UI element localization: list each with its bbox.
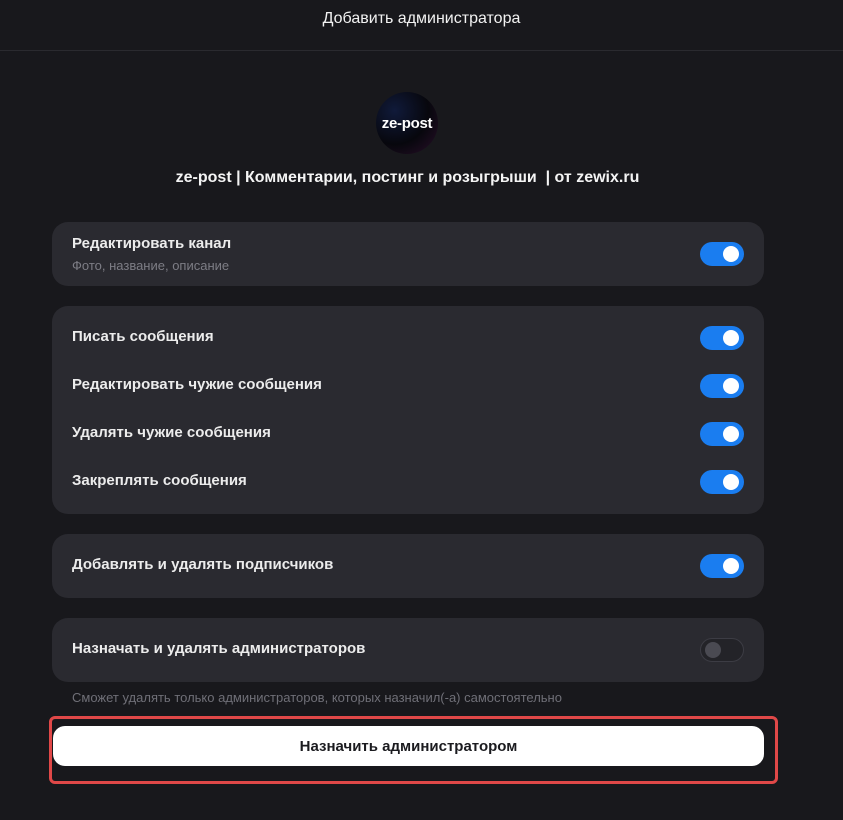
toggle-pin-messages[interactable]: [700, 470, 744, 494]
assign-admin-button[interactable]: Назначить администратором: [53, 726, 764, 766]
permission-row-manage-admins[interactable]: Назначать и удалять администраторов: [52, 626, 764, 674]
permission-row-edit-channel[interactable]: Редактировать канал Фото, название, опис…: [52, 222, 764, 286]
permission-label: Редактировать канал: [72, 235, 232, 252]
permission-group-channel: Редактировать канал Фото, название, опис…: [52, 222, 764, 286]
toggle-edit-channel[interactable]: [700, 242, 744, 266]
channel-avatar: ze-post: [376, 92, 438, 154]
toggle-knob: [723, 246, 739, 262]
permission-label: Добавлять и удалять подписчиков: [72, 556, 334, 573]
avatar-text: ze-post: [381, 114, 433, 132]
dialog-header: Добавить администратора: [0, 0, 843, 51]
channel-name: ze-post | Комментарии, постинг и розыгры…: [175, 169, 640, 186]
toggle-knob: [723, 426, 739, 442]
permission-group-subscribers: Добавлять и удалять подписчиков: [52, 534, 764, 598]
toggle-edit-messages[interactable]: [700, 374, 744, 398]
toggle-manage-subscribers[interactable]: [700, 554, 744, 578]
toggle-knob: [705, 642, 721, 658]
dialog-title: Добавить администратора: [322, 10, 521, 27]
permission-row-post-messages[interactable]: Писать сообщения: [52, 314, 764, 362]
permission-label: Закреплять сообщения: [72, 472, 247, 489]
permission-row-manage-subscribers[interactable]: Добавлять и удалять подписчиков: [52, 542, 764, 590]
toggle-knob: [723, 474, 739, 490]
permission-row-delete-messages[interactable]: Удалять чужие сообщения: [52, 410, 764, 458]
admins-permission-hint: Сможет удалять только администраторов, к…: [72, 690, 562, 705]
toggle-knob: [723, 378, 739, 394]
permission-label: Удалять чужие сообщения: [72, 424, 271, 441]
toggle-post-messages[interactable]: [700, 326, 744, 350]
permission-row-edit-messages[interactable]: Редактировать чужие сообщения: [52, 362, 764, 410]
toggle-delete-messages[interactable]: [700, 422, 744, 446]
permission-group-admins: Назначать и удалять администраторов: [52, 618, 764, 682]
toggle-knob: [723, 330, 739, 346]
permission-label: Назначать и удалять администраторов: [72, 640, 366, 657]
permission-group-messages: Писать сообщения Редактировать чужие соо…: [52, 306, 764, 514]
toggle-knob: [723, 558, 739, 574]
permission-label: Писать сообщения: [72, 328, 214, 345]
toggle-manage-admins[interactable]: [700, 638, 744, 662]
permission-sublabel: Фото, название, описание: [72, 258, 230, 273]
assign-admin-button-label: Назначить администратором: [299, 737, 518, 755]
permission-row-pin-messages[interactable]: Закреплять сообщения: [52, 458, 764, 506]
permission-label: Редактировать чужие сообщения: [72, 376, 322, 393]
